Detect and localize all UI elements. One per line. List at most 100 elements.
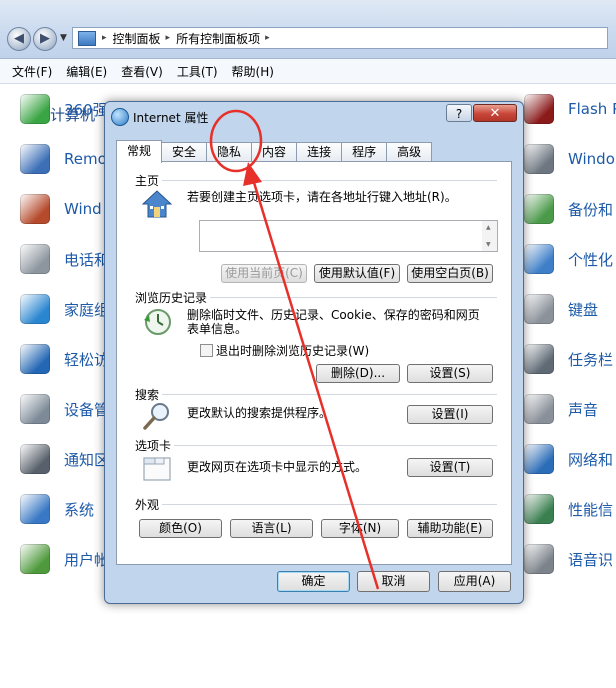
security-360-icon <box>20 94 50 124</box>
tab-connections[interactable]: 连接 <box>296 142 343 162</box>
help-button[interactable]: ? <box>446 104 472 122</box>
cp-item-remote-app[interactable]: Remo <box>20 141 107 177</box>
use-default-button[interactable]: 使用默认值(F) <box>314 264 400 283</box>
search-settings-button[interactable]: 设置(I) <box>407 405 493 424</box>
cp-item-system[interactable]: 系统 <box>20 491 94 527</box>
breadcrumb-all-items[interactable]: 所有控制面板项 <box>176 30 260 47</box>
cp-item-personalization[interactable]: 个性化 <box>524 241 613 277</box>
cp-item-security-360[interactable]: 360强 <box>20 91 108 127</box>
tab-privacy[interactable]: 隐私 <box>206 142 253 162</box>
appearance-section-label: 外观 <box>135 496 163 513</box>
internet-globe-icon <box>111 108 129 126</box>
search-icon <box>143 403 169 430</box>
textarea-scrollbar[interactable]: ▲ ▼ <box>482 221 497 251</box>
ok-button[interactable]: 确定 <box>277 571 350 592</box>
personalization-icon <box>524 244 554 274</box>
delete-history-button[interactable]: 删除(D)... <box>316 364 400 383</box>
dialog-title: Internet 属性 <box>133 111 209 125</box>
recent-pages-dropdown-icon[interactable]: ▼ <box>60 33 67 43</box>
cp-item-flash-player[interactable]: Flash P <box>524 91 616 127</box>
apply-button[interactable]: 应用(A) <box>438 571 511 592</box>
cp-item-label: Remo <box>64 150 107 168</box>
cp-item-sound[interactable]: 声音 <box>524 391 598 427</box>
use-current-button[interactable]: 使用当前页(C) <box>221 264 307 283</box>
tab-general[interactable]: 常规 <box>116 140 163 163</box>
cp-item-windows-cardspace[interactable]: Windo <box>524 141 615 177</box>
delete-on-exit-checkbox[interactable] <box>200 344 213 357</box>
cp-item-homegroup[interactable]: 家庭组 <box>20 291 109 327</box>
delete-on-exit-label[interactable]: 退出时删除浏览历史记录(W) <box>216 342 369 359</box>
cp-item-taskbar[interactable]: 任务栏 <box>524 341 613 377</box>
menu-view[interactable]: 查看(V) <box>121 63 163 80</box>
cp-item-label: 性能信 <box>568 500 614 519</box>
colors-button[interactable]: 颜色(O) <box>139 519 222 538</box>
tab-programs[interactable]: 程序 <box>341 142 388 162</box>
menu-help[interactable]: 帮助(H) <box>232 63 274 80</box>
cp-item-phone-modem[interactable]: 电话和 <box>20 241 109 277</box>
windows-cardspace-icon <box>524 144 554 174</box>
home-description: 若要创建主页选项卡，请在各地址行键入地址(R)。 <box>187 190 457 204</box>
section-divider <box>135 504 497 505</box>
cp-item-label: 备份和 <box>568 200 614 219</box>
network-icon <box>524 444 554 474</box>
languages-button[interactable]: 语言(L) <box>230 519 313 538</box>
cp-item-label: 键盘 <box>568 300 599 319</box>
cp-item-label: 设备管 <box>64 400 110 419</box>
tabs-settings-button[interactable]: 设置(T) <box>407 458 493 477</box>
menu-file[interactable]: 文件(F) <box>12 63 52 80</box>
performance-icon <box>524 494 554 524</box>
system-icon <box>20 494 50 524</box>
cp-item-performance[interactable]: 性能信 <box>524 491 613 527</box>
breadcrumb-control-panel[interactable]: 控制面板 <box>113 30 161 47</box>
scroll-up-icon[interactable]: ▲ <box>486 224 491 231</box>
section-divider <box>135 445 497 446</box>
cp-item-label: 家庭组 <box>64 300 110 319</box>
tab-security[interactable]: 安全 <box>161 142 208 162</box>
cp-item-notification-area[interactable]: 通知区 <box>20 441 109 477</box>
cancel-button[interactable]: 取消 <box>357 571 430 592</box>
address-field[interactable]: ▸ 控制面板 ▸ 所有控制面板项 ▸ <box>72 27 608 49</box>
cp-item-speech-recognition[interactable]: 语音识 <box>524 541 613 577</box>
close-button[interactable]: ✕ <box>473 104 517 122</box>
tab-content[interactable]: 内容 <box>251 142 298 162</box>
cp-item-keyboard[interactable]: 键盘 <box>524 291 598 327</box>
cp-item-ease-of-access[interactable]: 轻松访 <box>20 341 109 377</box>
address-bar-area: ◀ ▶ ▼ ▸ 控制面板 ▸ 所有控制面板项 ▸ <box>0 0 616 59</box>
arrow-right-icon: ▶ <box>40 31 50 46</box>
menu-edit[interactable]: 编辑(E) <box>66 63 107 80</box>
history-settings-button[interactable]: 设置(S) <box>407 364 493 383</box>
tabs-description: 更改网页在选项卡中显示的方式。 <box>187 460 368 474</box>
homegroup-icon <box>20 294 50 324</box>
scroll-down-icon[interactable]: ▼ <box>486 241 491 248</box>
close-icon: ✕ <box>489 106 501 121</box>
homepage-address-field[interactable]: ▲ ▼ <box>199 220 498 252</box>
cp-item-network[interactable]: 网络和 <box>524 441 613 477</box>
back-button[interactable]: ◀ <box>7 27 31 51</box>
cp-item-device-manager[interactable]: 设备管 <box>20 391 109 427</box>
accessibility-button[interactable]: 辅助功能(E) <box>407 519 493 538</box>
menu-tools[interactable]: 工具(T) <box>177 63 218 80</box>
tab-advanced[interactable]: 高级 <box>386 142 433 162</box>
history-description-line2: 表单信息。 <box>187 322 248 336</box>
ease-of-access-icon <box>20 344 50 374</box>
user-accounts-icon <box>20 544 50 574</box>
breadcrumb-chevron-icon: ▸ <box>165 33 171 43</box>
flash-player-icon <box>524 94 554 124</box>
cp-item-label: 语音识 <box>568 550 614 569</box>
cp-item-label: 个性化 <box>568 250 614 269</box>
breadcrumb-chevron-icon: ▸ <box>102 33 107 43</box>
forward-button[interactable]: ▶ <box>33 27 57 51</box>
taskbar-icon <box>524 344 554 374</box>
use-blank-button[interactable]: 使用空白页(B) <box>407 264 493 283</box>
tabbed-browsing-icon <box>143 457 171 481</box>
dialog-titlebar[interactable]: Internet 属性 ? ✕ <box>105 102 523 130</box>
cp-item-label: 360强 <box>64 100 108 119</box>
cp-item-label: 任务栏 <box>568 350 614 369</box>
tab-strip: 常规 安全 隐私 内容 连接 程序 高级 <box>116 140 433 163</box>
cp-item-backup-restore[interactable]: 备份和 <box>524 191 613 227</box>
fonts-button[interactable]: 字体(N) <box>321 519 399 538</box>
device-manager-icon <box>20 394 50 424</box>
cp-item-label: 电话和 <box>64 250 110 269</box>
cp-item-firewall[interactable]: Wind <box>20 191 102 227</box>
history-clock-icon <box>144 309 171 335</box>
